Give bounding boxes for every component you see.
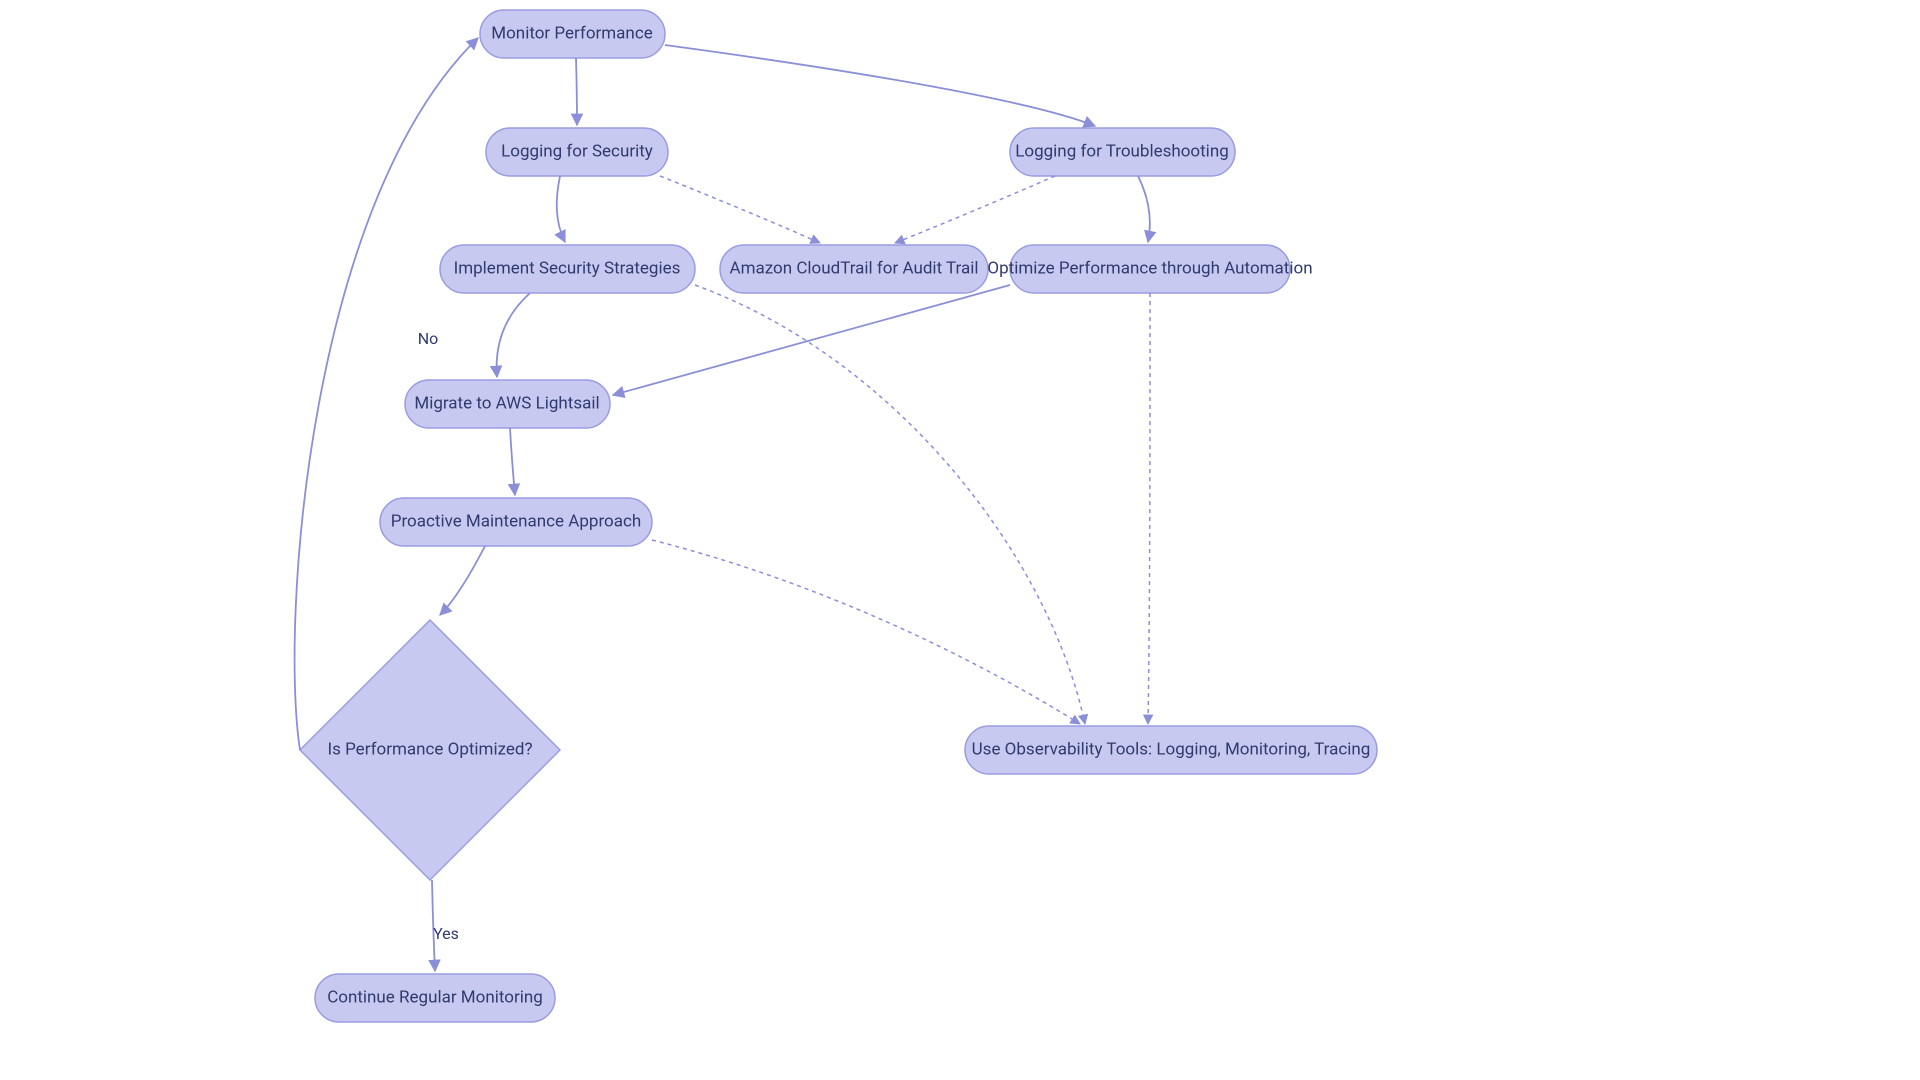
edge-proactive-to-obstools — [652, 540, 1080, 724]
node-monitor-performance: Monitor Performance — [480, 10, 665, 58]
edge-label-no: No — [418, 329, 439, 348]
edge-monitor-to-logsec — [576, 58, 577, 125]
edge-impsec-to-obstools — [695, 285, 1085, 724]
node-label: Optimize Performance through Automation — [987, 258, 1312, 278]
node-label: Use Observability Tools: Logging, Monito… — [972, 739, 1371, 759]
edge-migrate-to-proactive — [510, 428, 515, 495]
node-observability-tools: Use Observability Tools: Logging, Monito… — [965, 726, 1377, 774]
node-logging-security: Logging for Security — [486, 128, 668, 176]
edge-logsec-to-impsec — [557, 176, 565, 242]
node-label: Logging for Security — [501, 141, 653, 161]
edge-logtrbl-to-optauto — [1138, 176, 1150, 242]
edge-proactive-to-decision — [440, 546, 485, 615]
node-continue-monitoring: Continue Regular Monitoring — [315, 974, 555, 1022]
node-label: Continue Regular Monitoring — [327, 987, 543, 1007]
edge-label-yes: Yes — [433, 924, 459, 943]
node-migrate-lightsail: Migrate to AWS Lightsail — [405, 380, 610, 428]
node-cloudtrail: Amazon CloudTrail for Audit Trail — [720, 245, 988, 293]
node-implement-security: Implement Security Strategies — [440, 245, 695, 293]
edge-logsec-to-cloudtrail — [660, 176, 820, 243]
edge-monitor-to-logtrbl — [665, 45, 1095, 126]
node-optimize-automation: Optimize Performance through Automation — [987, 245, 1312, 293]
node-label: Monitor Performance — [491, 23, 652, 43]
node-label: Amazon CloudTrail for Audit Trail — [730, 258, 979, 278]
node-proactive-maintenance: Proactive Maintenance Approach — [380, 498, 652, 546]
node-label: Is Performance Optimized? — [327, 739, 532, 759]
node-label: Migrate to AWS Lightsail — [414, 393, 599, 413]
node-label: Proactive Maintenance Approach — [391, 511, 642, 531]
node-logging-troubleshooting: Logging for Troubleshooting — [1010, 128, 1235, 176]
edge-impsec-to-migrate — [497, 293, 530, 377]
node-decision-optimized: Is Performance Optimized? — [300, 620, 560, 880]
edge-optauto-to-obstools — [1148, 293, 1150, 724]
node-label: Implement Security Strategies — [454, 258, 681, 278]
node-label: Logging for Troubleshooting — [1015, 141, 1229, 161]
edge-optauto-to-migrate — [613, 285, 1010, 395]
edge-logtrbl-to-cloudtrail — [895, 176, 1055, 243]
flowchart-canvas: Monitor Performance Logging for Security… — [0, 0, 1920, 1080]
